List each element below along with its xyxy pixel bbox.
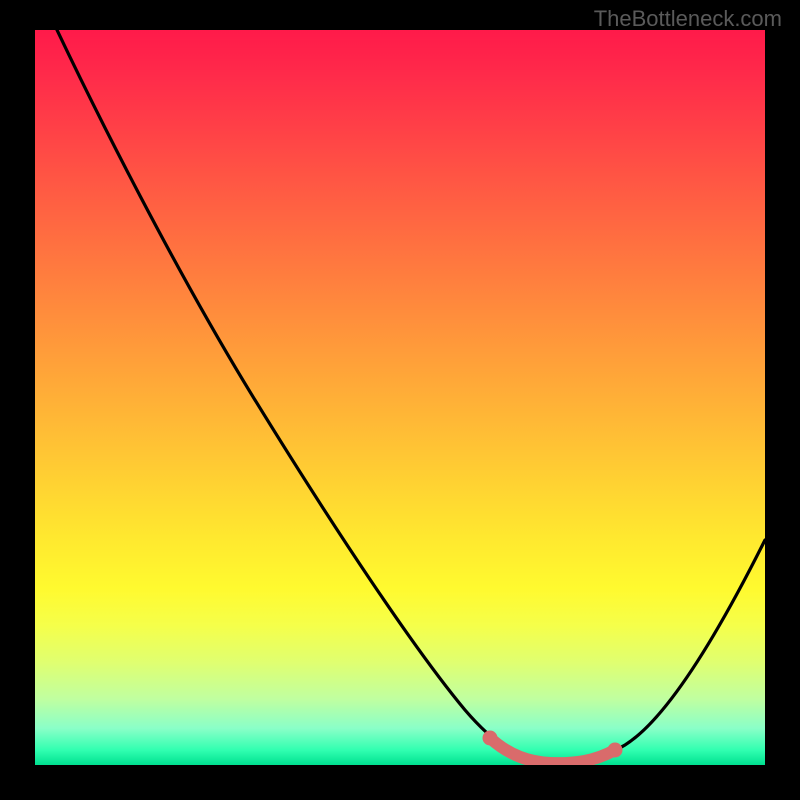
chart-container: TheBottleneck.com — [0, 0, 800, 800]
plot-area — [35, 30, 765, 765]
curve-svg — [35, 30, 765, 765]
bottleneck-curve-line — [57, 30, 765, 762]
highlight-segment — [490, 738, 615, 763]
highlight-dot-left — [483, 731, 498, 746]
highlight-dot-right — [608, 743, 623, 758]
watermark-text: TheBottleneck.com — [594, 6, 782, 32]
